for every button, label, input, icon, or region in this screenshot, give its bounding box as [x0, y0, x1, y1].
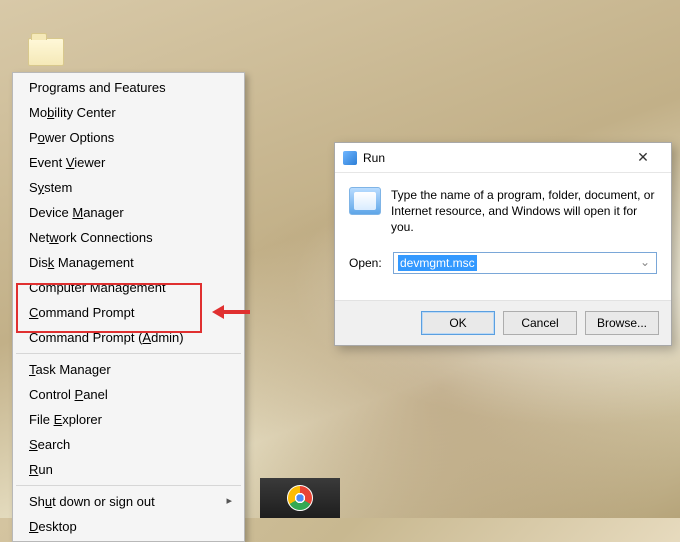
menu-file-explorer[interactable]: File Explorer [15, 407, 242, 432]
menu-event-viewer[interactable]: Event Viewer [15, 150, 242, 175]
close-button[interactable]: ✕ [623, 147, 663, 169]
menu-network-connections[interactable]: Network Connections [15, 225, 242, 250]
chrome-icon[interactable] [287, 485, 313, 511]
close-icon: ✕ [637, 149, 649, 166]
menu-search[interactable]: Search [15, 432, 242, 457]
menu-computer-management[interactable]: Computer Management [15, 275, 242, 300]
run-program-icon [349, 187, 381, 215]
menu-mobility-center[interactable]: Mobility Center [15, 100, 242, 125]
menu-run[interactable]: Run [15, 457, 242, 482]
run-title-icon [343, 151, 357, 165]
menu-power-options[interactable]: Power Options [15, 125, 242, 150]
menu-system[interactable]: System [15, 175, 242, 200]
menu-separator [16, 485, 241, 486]
menu-task-manager[interactable]: Task Manager [15, 357, 242, 382]
run-titlebar: Run ✕ [335, 143, 671, 173]
menu-control-panel[interactable]: Control Panel [15, 382, 242, 407]
run-title: Run [363, 151, 623, 165]
run-button-row: OK Cancel Browse... [335, 300, 671, 345]
menu-command-prompt-admin[interactable]: Command Prompt (Admin) [15, 325, 242, 350]
menu-command-prompt[interactable]: Command Prompt [15, 300, 242, 325]
desktop-folder-icon[interactable] [28, 38, 64, 66]
run-body: Type the name of a program, folder, docu… [335, 173, 671, 300]
run-dialog: Run ✕ Type the name of a program, folder… [334, 142, 672, 346]
open-label: Open: [349, 256, 385, 270]
browse-button[interactable]: Browse... [585, 311, 659, 335]
open-input-value: devmgmt.msc [398, 255, 477, 271]
taskbar-fragment [260, 478, 340, 518]
cancel-button[interactable]: Cancel [503, 311, 577, 335]
menu-separator [16, 353, 241, 354]
winx-context-menu: Programs and Features Mobility Center Po… [12, 72, 245, 542]
menu-device-manager[interactable]: Device Manager [15, 200, 242, 225]
run-description: Type the name of a program, folder, docu… [391, 187, 657, 236]
menu-disk-management[interactable]: Disk Management [15, 250, 242, 275]
menu-programs-features[interactable]: Programs and Features [15, 75, 242, 100]
open-input[interactable]: devmgmt.msc [393, 252, 657, 274]
menu-shutdown-signout[interactable]: Shut down or sign out [15, 489, 242, 514]
ok-button[interactable]: OK [421, 311, 495, 335]
